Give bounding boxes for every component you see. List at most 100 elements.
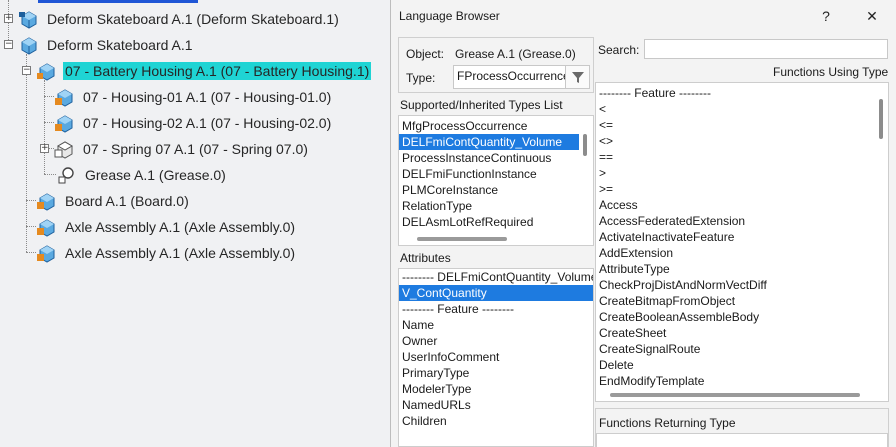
- close-icon: ✕: [866, 7, 878, 24]
- attribute-list-item[interactable]: -------- DELFmiContQuantity_Volume: [399, 269, 593, 285]
- tree-node-label: 07 - Battery Housing A.1 (07 - Battery H…: [63, 62, 372, 80]
- function-list-item[interactable]: Access: [596, 197, 872, 213]
- filter-icon: [571, 72, 584, 83]
- attributes-label: Attributes: [400, 251, 451, 265]
- functions-returning-type-list[interactable]: [596, 433, 888, 447]
- attribute-list-item[interactable]: UserInfoComment: [399, 349, 593, 365]
- dialog-title: Language Browser: [399, 9, 500, 23]
- function-list-item[interactable]: >: [596, 165, 872, 181]
- part-icon: [55, 115, 73, 133]
- function-list-item[interactable]: <>: [596, 133, 872, 149]
- type-list-item[interactable]: DELFmiFunctionInstance: [399, 166, 579, 182]
- close-button[interactable]: ✕: [849, 0, 895, 32]
- tree-node-axle-assembly-1[interactable]: Axle Assembly A.1 (Axle Assembly.0): [36, 216, 297, 238]
- tree-node-label: 07 - Spring 07 A.1 (07 - Spring 07.0): [83, 141, 308, 157]
- horizontal-scrollbar[interactable]: [610, 393, 860, 397]
- function-list-item[interactable]: ==: [596, 149, 872, 165]
- tree-node-label: Deform Skateboard A.1 (Deform Skateboard…: [47, 11, 339, 27]
- tree-node-board[interactable]: Board A.1 (Board.0): [36, 190, 191, 212]
- attribute-list-item[interactable]: Name: [399, 317, 593, 333]
- function-list-item[interactable]: ActivateInactivateFeature: [596, 229, 872, 245]
- function-list-item[interactable]: CreateSheet: [596, 325, 872, 341]
- expand-toggle[interactable]: +: [40, 144, 49, 153]
- attribute-list-item[interactable]: -------- Feature --------: [399, 301, 593, 317]
- collapse-toggle[interactable]: −: [22, 66, 31, 75]
- product-icon: [19, 11, 37, 29]
- tree-node-label: Axle Assembly A.1 (Axle Assembly.0): [65, 219, 296, 235]
- part-icon: [55, 89, 73, 107]
- functions-returning-type-group: Functions Returning Type: [595, 408, 889, 447]
- collapse-toggle[interactable]: −: [4, 40, 13, 49]
- function-list-item[interactable]: AccessFederatedExtension: [596, 213, 872, 229]
- functions-using-type-label: Functions Using Type: [773, 65, 889, 79]
- function-list-item[interactable]: >=: [596, 181, 872, 197]
- function-list-item[interactable]: EndModifyTemplate: [596, 373, 872, 389]
- type-combo[interactable]: FProcessOccurrence: [453, 65, 590, 89]
- tree-node-housing-02[interactable]: 07 - Housing-02 A.1 (07 - Housing-02.0): [54, 112, 333, 134]
- search-label: Search:: [598, 43, 640, 57]
- supported-types-list[interactable]: MfgProcessOccurrence DELFmiContQuantity_V…: [398, 115, 594, 246]
- dialog-titlebar[interactable]: Language Browser ? ✕: [391, 0, 896, 34]
- help-button[interactable]: ?: [803, 0, 849, 32]
- tree-node-grease[interactable]: Grease A.1 (Grease.0): [56, 164, 228, 186]
- function-list-item[interactable]: CreateSignalRoute: [596, 341, 872, 357]
- function-list-item[interactable]: AttributeType: [596, 261, 872, 277]
- spring-part-icon: [54, 141, 74, 159]
- assembly-icon: [37, 245, 55, 263]
- type-list-item[interactable]: ProcessInstanceContinuous: [399, 150, 579, 166]
- function-list-item[interactable]: -------- Feature --------: [596, 85, 872, 101]
- type-list-item[interactable]: MfgProcessOccurrence: [399, 118, 579, 134]
- tree-node-axle-assembly-2[interactable]: Axle Assembly A.1 (Axle Assembly.0): [36, 242, 297, 264]
- expand-toggle[interactable]: +: [4, 14, 13, 23]
- tree-node-label: Deform Skateboard A.1: [47, 37, 193, 53]
- type-combo-value: FProcessOccurrence: [457, 69, 570, 83]
- help-icon: ?: [822, 8, 830, 24]
- attribute-list-item[interactable]: ModelerType: [399, 381, 593, 397]
- attribute-list-item[interactable]: V_ContQuantity: [399, 285, 593, 301]
- function-list-item[interactable]: <: [596, 101, 872, 117]
- function-list-item[interactable]: Delete: [596, 357, 872, 373]
- attribute-list-item[interactable]: Children: [399, 413, 593, 429]
- function-list-item[interactable]: <=: [596, 117, 872, 133]
- attribute-list-item[interactable]: PrimaryType: [399, 365, 593, 381]
- supported-types-label: Supported/Inherited Types List: [400, 98, 563, 112]
- type-list-item[interactable]: DELAsmLotRefRequired: [399, 214, 579, 230]
- type-list-item[interactable]: RelationType: [399, 198, 579, 214]
- search-input[interactable]: [644, 39, 888, 59]
- filter-button[interactable]: [565, 66, 589, 88]
- type-list-item[interactable]: DELFmiContQuantity_Volume: [399, 134, 579, 150]
- attributes-list[interactable]: -------- DELFmiContQuantity_Volume V_Cont…: [398, 268, 594, 447]
- attribute-list-item[interactable]: Owner: [399, 333, 593, 349]
- process-occurrence-icon: [58, 167, 74, 184]
- horizontal-scrollbar[interactable]: [417, 237, 507, 241]
- tree-node-label: Grease A.1 (Grease.0): [85, 167, 226, 183]
- function-list-item[interactable]: CheckProjDistAndNormVectDiff: [596, 277, 872, 293]
- tree-node-label: 07 - Housing-01 A.1 (07 - Housing-01.0): [83, 89, 332, 105]
- vertical-scrollbar[interactable]: [879, 99, 883, 139]
- language-browser-dialog: Language Browser ? ✕ Object: Grease A.1 …: [390, 0, 896, 447]
- part-icon: [37, 193, 55, 211]
- type-list-item[interactable]: PLMCoreInstance: [399, 182, 579, 198]
- assembly-icon: [37, 219, 55, 237]
- object-label: Object:: [406, 47, 445, 61]
- assembly-icon: [37, 63, 55, 81]
- tree-selection-bar: [38, 0, 198, 3]
- function-list-item[interactable]: AddExtension: [596, 245, 872, 261]
- specification-tree: + − − + Deform Skateboard A.1 (Deform Sk…: [0, 0, 392, 447]
- tree-node-deform-skateboard-instance[interactable]: Deform Skateboard A.1 (Deform Skateboard…: [18, 8, 341, 30]
- tree-node-housing-01[interactable]: 07 - Housing-01 A.1 (07 - Housing-01.0): [54, 86, 333, 108]
- tree-node-label: Board A.1 (Board.0): [65, 193, 189, 209]
- tree-node-battery-housing[interactable]: 07 - Battery Housing A.1 (07 - Battery H…: [36, 60, 372, 82]
- tree-node-label: Axle Assembly A.1 (Axle Assembly.0): [65, 245, 296, 261]
- attribute-list-item[interactable]: NamedURLs: [399, 397, 593, 413]
- object-type-group: Object: Grease A.1 (Grease.0) Type: FPro…: [398, 37, 594, 93]
- tree-node-deform-skateboard[interactable]: Deform Skateboard A.1: [18, 34, 195, 56]
- functions-using-type-list[interactable]: -------- Feature -------- < <= <> == > >= Acces…: [595, 82, 889, 402]
- function-list-item[interactable]: CreateBitmapFromObject: [596, 293, 872, 309]
- product-icon: [21, 37, 37, 55]
- function-list-item[interactable]: CreateBooleanAssembleBody: [596, 309, 872, 325]
- vertical-scrollbar[interactable]: [583, 134, 587, 156]
- tree-node-label: 07 - Housing-02 A.1 (07 - Housing-02.0): [83, 115, 332, 131]
- functions-returning-type-label: Functions Returning Type: [599, 416, 736, 430]
- tree-node-spring-07[interactable]: 07 - Spring 07 A.1 (07 - Spring 07.0): [54, 138, 310, 160]
